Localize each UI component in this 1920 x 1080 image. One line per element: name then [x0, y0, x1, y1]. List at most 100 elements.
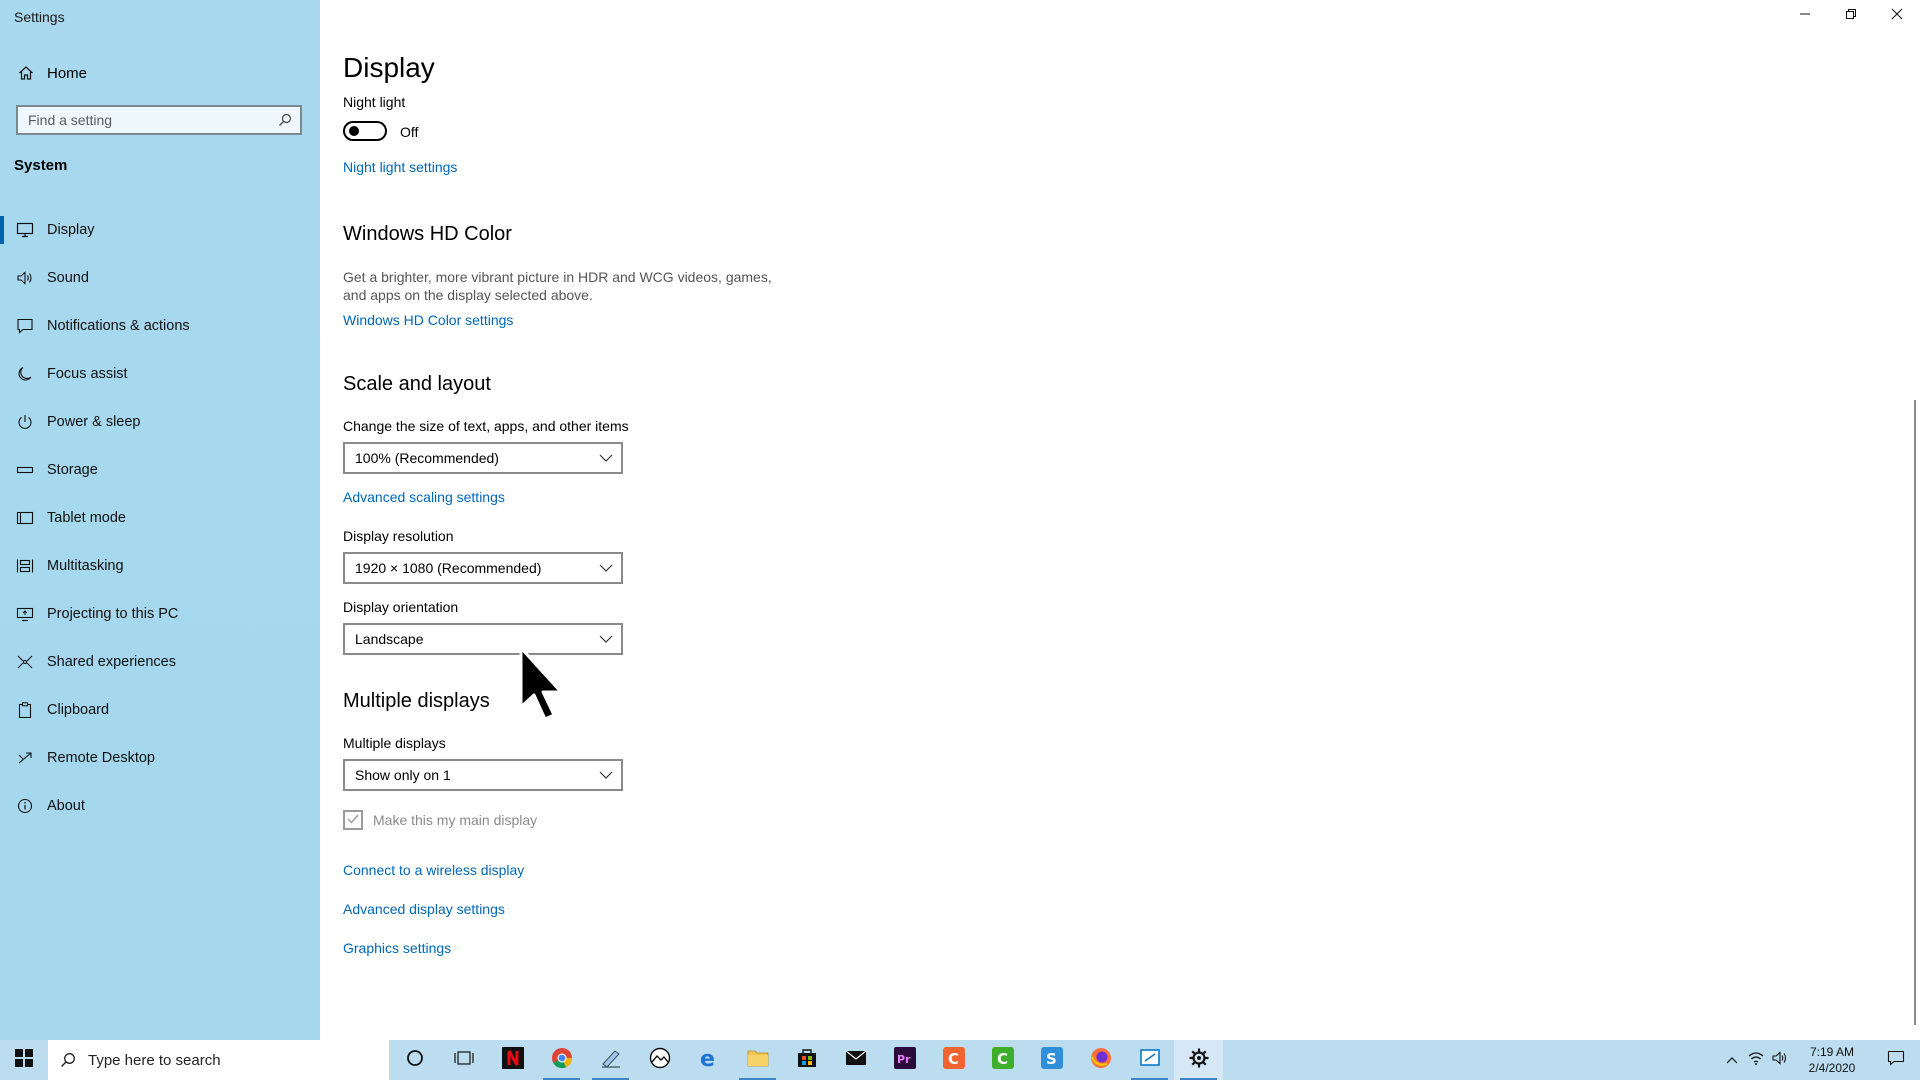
sidebar-item-projecting[interactable]: Projecting to this PC: [0, 590, 320, 638]
hd-color-settings-link[interactable]: Windows HD Color settings: [343, 312, 513, 328]
minimize-button[interactable]: [1782, 0, 1828, 32]
wireless-display-link[interactable]: Connect to a wireless display: [343, 862, 524, 878]
checkmark-icon: [347, 811, 359, 829]
sidebar-item-label: Shared experiences: [47, 654, 176, 670]
sidebar-item-storage[interactable]: Storage: [0, 446, 320, 494]
sidebar-item-notifications[interactable]: Notifications & actions: [0, 302, 320, 350]
sidebar-item-label: Display: [47, 222, 95, 238]
home-icon: [16, 65, 36, 81]
close-icon: [1891, 7, 1903, 25]
search-icon[interactable]: [270, 113, 300, 127]
restore-icon: [1845, 7, 1857, 25]
edge-icon: e: [698, 1047, 720, 1074]
advanced-display-settings-link[interactable]: Advanced display settings: [343, 901, 505, 917]
clock-time: 7:19 AM: [1809, 1045, 1855, 1059]
taskbar-app-chrome[interactable]: [537, 1040, 586, 1080]
toggle-knob: [349, 126, 359, 136]
sidebar-item-display[interactable]: Display: [0, 206, 320, 254]
remote-desktop-icon: [14, 750, 36, 766]
taskbar-app-netflix[interactable]: [488, 1040, 537, 1080]
sidebar-item-label: Multitasking: [47, 558, 124, 574]
chevron-down-icon: [591, 564, 621, 572]
info-icon: [14, 798, 36, 814]
multiple-displays-dropdown[interactable]: Show only on 1: [343, 759, 623, 791]
content-scrollbar[interactable]: [1914, 400, 1916, 1025]
main-display-checkbox-row[interactable]: Make this my main display: [343, 810, 537, 830]
taskbar-app-photos[interactable]: [635, 1040, 684, 1080]
speaker-icon: [14, 270, 36, 286]
volume-icon: [1772, 1050, 1788, 1070]
night-light-label: Night light: [343, 94, 406, 110]
find-setting-search[interactable]: [16, 105, 302, 135]
moon-icon: [14, 366, 36, 382]
chevron-down-icon: [591, 454, 621, 462]
main-display-checkbox[interactable]: [343, 810, 363, 830]
resolution-dropdown[interactable]: 1920 × 1080 (Recommended): [343, 552, 623, 584]
folder-icon: [747, 1048, 769, 1073]
close-button[interactable]: [1874, 0, 1920, 32]
sidebar-item-sound[interactable]: Sound: [0, 254, 320, 302]
sidebar-item-label: Focus assist: [47, 366, 128, 382]
taskbar-app-mail[interactable]: [831, 1040, 880, 1080]
orientation-dropdown[interactable]: Landscape: [343, 623, 623, 655]
taskbar-search-box[interactable]: Type here to search: [48, 1040, 390, 1080]
scale-dropdown[interactable]: 100% (Recommended): [343, 442, 623, 474]
taskbar-clock[interactable]: 7:19 AM 2/4/2020: [1792, 1044, 1872, 1076]
taskbar-app-orange[interactable]: C: [929, 1040, 978, 1080]
sidebar-item-label: Projecting to this PC: [47, 606, 179, 622]
orientation-value: Landscape: [355, 631, 424, 647]
snip-icon: [1139, 1047, 1161, 1074]
night-light-state: Off: [400, 124, 419, 140]
advanced-scaling-link[interactable]: Advanced scaling settings: [343, 489, 505, 505]
chrome-icon: [551, 1047, 573, 1074]
taskbar-app-store[interactable]: [782, 1040, 831, 1080]
sidebar-item-clipboard[interactable]: Clipboard: [0, 686, 320, 734]
taskbar-app-firefox[interactable]: [1076, 1040, 1125, 1080]
store-icon: [796, 1047, 818, 1074]
scale-layout-heading: Scale and layout: [343, 373, 491, 395]
taskbar-app-snip[interactable]: [1125, 1040, 1174, 1080]
taskbar-app-file-explorer[interactable]: [733, 1040, 782, 1080]
taskbar-app-edge[interactable]: e: [684, 1040, 733, 1080]
find-setting-input[interactable]: [18, 111, 270, 129]
sidebar-item-power-sleep[interactable]: Power & sleep: [0, 398, 320, 446]
hd-color-description: Get a brighter, more vibrant picture in …: [343, 269, 772, 303]
pen-app-icon: [600, 1047, 622, 1074]
premiere-icon: Pr: [893, 1046, 916, 1074]
show-hidden-icons-button[interactable]: [1720, 1040, 1744, 1080]
sidebar-item-tablet-mode[interactable]: Tablet mode: [0, 494, 320, 542]
blue-s-app-icon: S: [1040, 1046, 1063, 1074]
taskbar-app-settings[interactable]: [1174, 1040, 1223, 1080]
restore-button[interactable]: [1828, 0, 1874, 32]
start-button[interactable]: [0, 1040, 48, 1080]
taskbar-app-green[interactable]: C: [978, 1040, 1027, 1080]
night-light-toggle[interactable]: [343, 121, 387, 141]
taskbar: Type here to search e Pr C C S 7:19 AM 2…: [0, 1040, 1920, 1080]
cortana-button[interactable]: [390, 1040, 439, 1080]
sidebar-item-about[interactable]: About: [0, 782, 320, 830]
mail-icon: [845, 1049, 867, 1072]
volume-button[interactable]: [1768, 1040, 1792, 1080]
action-center-button[interactable]: [1872, 1040, 1920, 1080]
sidebar-item-label: About: [47, 798, 85, 814]
taskbar-app-blue-s[interactable]: S: [1027, 1040, 1076, 1080]
sidebar-item-focus-assist[interactable]: Focus assist: [0, 350, 320, 398]
taskbar-app-premiere[interactable]: Pr: [880, 1040, 929, 1080]
app-title: Settings: [14, 9, 65, 25]
taskbar-app-pen[interactable]: [586, 1040, 635, 1080]
clipboard-icon: [14, 702, 36, 718]
resolution-label: Display resolution: [343, 528, 454, 544]
resolution-value: 1920 × 1080 (Recommended): [355, 560, 542, 576]
sidebar: Settings Home System Display Sound: [0, 0, 320, 1040]
sidebar-item-remote-desktop[interactable]: Remote Desktop: [0, 734, 320, 782]
graphics-settings-link[interactable]: Graphics settings: [343, 940, 451, 956]
network-button[interactable]: [1744, 1040, 1768, 1080]
sidebar-item-shared-experiences[interactable]: Shared experiences: [0, 638, 320, 686]
sidebar-item-multitasking[interactable]: Multitasking: [0, 542, 320, 590]
system-tray: 7:19 AM 2/4/2020: [1720, 1040, 1920, 1080]
notification-icon: [1887, 1050, 1905, 1071]
home-nav-item[interactable]: Home: [0, 56, 320, 90]
task-view-button[interactable]: [439, 1040, 488, 1080]
night-light-settings-link[interactable]: Night light settings: [343, 159, 457, 175]
storage-icon: [14, 462, 36, 478]
